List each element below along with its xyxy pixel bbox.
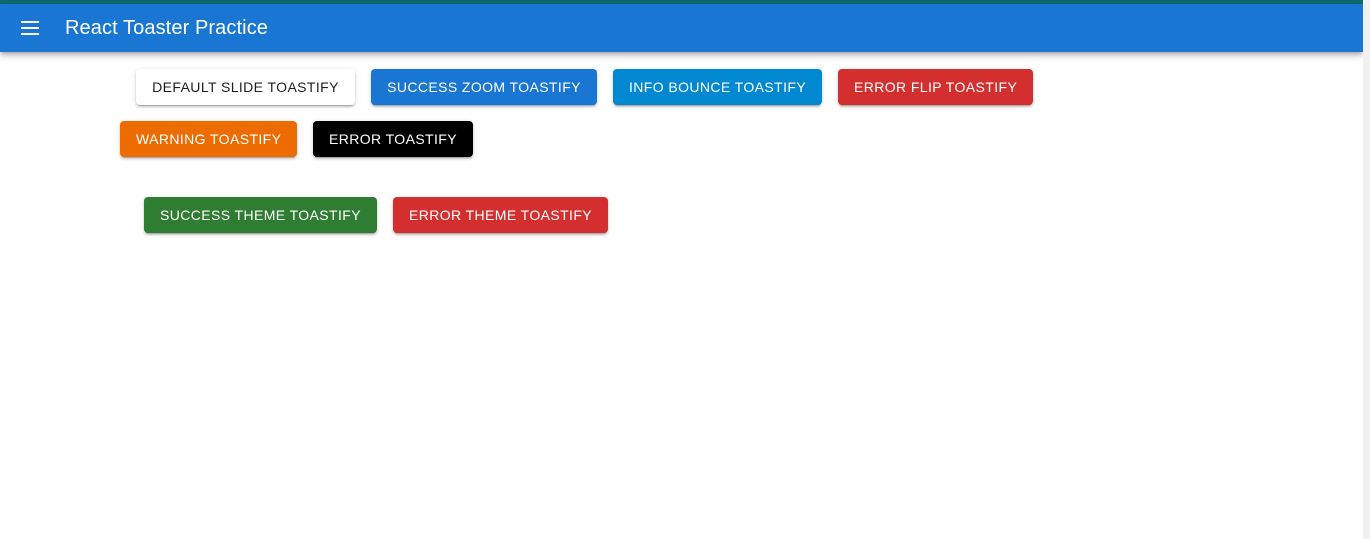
- app-title: React Toaster Practice: [65, 17, 269, 39]
- hamburger-menu-icon: [21, 21, 39, 35]
- success-zoom-toastify-button[interactable]: SUCCESS ZOOM TOASTIFY: [371, 69, 597, 105]
- info-bounce-toastify-button[interactable]: INFO BOUNCE TOASTIFY: [613, 69, 822, 105]
- menu-button[interactable]: [10, 8, 50, 48]
- warning-toastify-button[interactable]: WARNING TOASTIFY: [120, 121, 297, 157]
- error-flip-toastify-button[interactable]: ERROR FLIP TOASTIFY: [838, 69, 1033, 105]
- success-theme-toastify-button[interactable]: SUCCESS THEME TOASTIFY: [144, 197, 377, 233]
- error-theme-toastify-button[interactable]: ERROR THEME TOASTIFY: [393, 197, 608, 233]
- error-toastify-button[interactable]: ERROR TOASTIFY: [313, 121, 473, 157]
- default-slide-toastify-button[interactable]: DEFAULT SLIDE TOASTIFY: [136, 69, 355, 105]
- vertical-scrollbar[interactable]: [1363, 0, 1370, 539]
- app-bar: React Toaster Practice: [0, 4, 1363, 52]
